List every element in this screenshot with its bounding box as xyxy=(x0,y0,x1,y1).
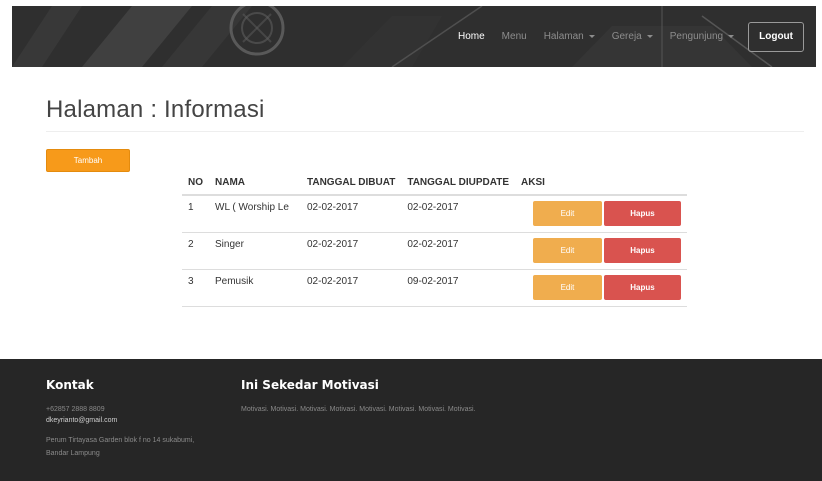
table-row: 3 Pemusik 02-02-2017 09-02-2017 Edit Hapu… xyxy=(182,269,687,307)
cell-nama-text: WL ( Worship Le xyxy=(215,202,289,213)
cell-tanggal-dibuat: 02-02-2017 xyxy=(301,232,402,270)
edit-button[interactable]: Edit xyxy=(533,201,602,226)
title-divider xyxy=(46,131,804,132)
nav-item-halaman[interactable]: Halaman xyxy=(544,31,595,42)
cell-tanggal-diupdate: 02-02-2017 xyxy=(401,195,515,233)
cell-tanggal-dibuat: 02-02-2017 xyxy=(301,269,402,307)
caret-down-icon xyxy=(588,35,595,38)
footer-motivation-text: Motivasi. Motivasi. Motivasi. Motivasi. … xyxy=(241,406,476,413)
footer-contact-heading: Kontak xyxy=(46,378,94,392)
cell-nama: Pemusik xyxy=(209,269,301,307)
cell-aksi: Edit Hapus xyxy=(515,195,687,233)
add-button[interactable]: Tambah xyxy=(46,149,130,172)
nav-item-home[interactable]: Home xyxy=(458,31,485,42)
nav-item-gereja[interactable]: Gereja xyxy=(612,31,653,42)
column-header-nama: NAMA xyxy=(209,171,301,196)
caret-down-icon xyxy=(728,35,735,38)
nav-links: Home Menu Halaman Gereja Pengunjung Logo… xyxy=(458,6,804,67)
logout-button[interactable]: Logout xyxy=(748,21,804,52)
navbar: Home Menu Halaman Gereja Pengunjung Logo… xyxy=(12,6,816,67)
cell-aksi: Edit Hapus xyxy=(515,269,687,307)
footer-address-line1: Perum Tirtayasa Garden blok f no 14 suka… xyxy=(46,437,195,444)
cell-nama-text: Singer xyxy=(215,238,244,250)
table-row: 2 Singer 02-02-2017 02-02-2017 Edit Hapus xyxy=(182,232,687,270)
nav-item-pengunjung[interactable]: Pengunjung xyxy=(669,31,735,42)
info-table: NO NAMA TANGGAL DIBUAT TANGGAL DIUPDATE … xyxy=(182,171,687,307)
footer-phone: +62857 2888 8809 xyxy=(46,406,105,413)
cell-nama-text: Pemusik xyxy=(215,275,254,287)
cell-aksi: Edit Hapus xyxy=(515,232,687,270)
column-header-no: NO xyxy=(182,171,209,196)
nav-item-label: Halaman xyxy=(543,31,584,42)
nav-item-label: Pengunjung xyxy=(669,31,724,42)
footer-email[interactable]: dkeyrianto@gmail.com xyxy=(46,417,117,424)
nav-item-label: Gereja xyxy=(611,31,642,42)
column-header-aksi: AKSI xyxy=(515,171,687,196)
table-row: 1 WL ( Worship Le 02-02-2017 02-02-2017 … xyxy=(182,195,687,233)
cell-nama: WL ( Worship Le xyxy=(209,195,301,233)
column-header-tanggal-diupdate: TANGGAL DIUPDATE xyxy=(401,171,515,196)
cell-no: 1 xyxy=(182,195,209,233)
caret-down-icon xyxy=(646,35,653,38)
delete-button[interactable]: Hapus xyxy=(604,201,681,226)
footer-address-line2: Bandar Lampung xyxy=(46,450,100,457)
footer: Kontak +62857 2888 8809 dkeyrianto@gmail… xyxy=(0,359,822,481)
column-header-tanggal-dibuat: TANGGAL DIBUAT xyxy=(301,171,402,196)
info-table-wrapper: NO NAMA TANGGAL DIBUAT TANGGAL DIUPDATE … xyxy=(182,171,687,307)
cell-no: 2 xyxy=(182,232,209,270)
nav-item-label: Menu xyxy=(501,31,527,42)
footer-motivation-heading: Ini Sekedar Motivasi xyxy=(241,378,379,392)
delete-button[interactable]: Hapus xyxy=(604,237,681,263)
nav-item-label: Home xyxy=(457,31,485,42)
cell-tanggal-dibuat: 02-02-2017 xyxy=(301,195,402,233)
edit-button[interactable]: Edit xyxy=(533,237,602,263)
nav-item-menu[interactable]: Menu xyxy=(502,31,527,42)
cell-tanggal-diupdate: 09-02-2017 xyxy=(401,269,515,307)
delete-button[interactable]: Hapus xyxy=(604,274,681,300)
cell-nama: Singer xyxy=(209,232,301,270)
cell-tanggal-diupdate: 02-02-2017 xyxy=(401,232,515,270)
cell-no: 3 xyxy=(182,269,209,307)
table-header-row: NO NAMA TANGGAL DIBUAT TANGGAL DIUPDATE … xyxy=(182,171,687,196)
edit-button[interactable]: Edit xyxy=(533,274,602,300)
page-title: Halaman : Informasi xyxy=(46,96,265,123)
